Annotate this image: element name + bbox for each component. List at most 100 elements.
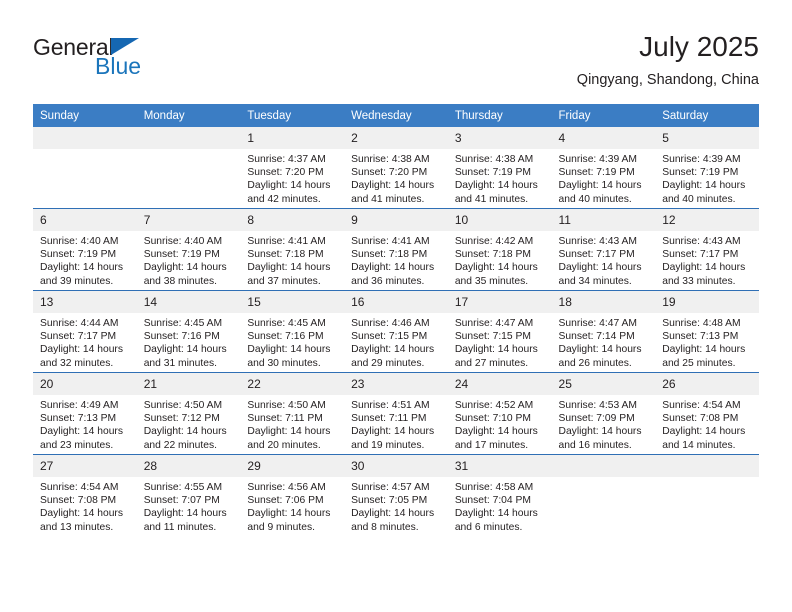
weekday-header-thursday: Thursday bbox=[447, 104, 552, 127]
sunset-text: Sunset: 7:05 PM bbox=[351, 495, 428, 507]
calendar-day-cell[interactable]: 14 Sunrise: 4:45 AM Sunset: 7:16 PM Dayligh… bbox=[136, 290, 241, 373]
calendar-day-cell[interactable]: 27 Sunrise: 4:54 AM Sunset: 7:08 PM Dayligh… bbox=[33, 454, 137, 536]
sunset-text: Sunset: 7:12 PM bbox=[143, 413, 220, 425]
sunset-text: Sunset: 7:11 PM bbox=[351, 413, 427, 425]
daylight-text-line2: and 30 minutes. bbox=[247, 357, 321, 369]
calendar-day-cell[interactable]: 26 Sunrise: 4:54 AM Sunset: 7:08 PM Dayligh… bbox=[655, 372, 759, 455]
day-details: Sunrise: 4:48 AM Sunset: 7:13 PM Daylight:… bbox=[655, 313, 759, 370]
day-number bbox=[136, 127, 241, 149]
day-number: 20 bbox=[33, 373, 137, 395]
sunrise-text: Sunrise: 4:45 AM bbox=[247, 318, 326, 329]
day-number: 30 bbox=[344, 455, 448, 477]
calendar-day-cell[interactable]: 25 Sunrise: 4:53 AM Sunset: 7:09 PM Dayligh… bbox=[551, 372, 656, 455]
daylight-text-line1: Daylight: 14 hours bbox=[351, 180, 435, 192]
sunrise-text: Sunrise: 4:54 AM bbox=[662, 400, 741, 411]
daylight-text-line2: and 31 minutes. bbox=[143, 357, 217, 369]
sunset-text: Sunset: 7:06 PM bbox=[247, 495, 324, 507]
calendar-day-cell[interactable]: 10 Sunrise: 4:42 AM Sunset: 7:18 PM Dayligh… bbox=[447, 208, 552, 291]
weekday-header-wednesday: Wednesday bbox=[344, 104, 448, 127]
daylight-text-line1: Daylight: 14 hours bbox=[662, 262, 746, 274]
calendar-day-cell[interactable]: 1 Sunrise: 4:37 AM Sunset: 7:20 PM Daylight… bbox=[240, 127, 345, 209]
day-number: 1 bbox=[240, 127, 345, 149]
page-title: July 2025 bbox=[639, 31, 759, 62]
daylight-text-line1: Daylight: 14 hours bbox=[143, 262, 227, 274]
calendar-day-cell[interactable]: 19 Sunrise: 4:48 AM Sunset: 7:13 PM Dayligh… bbox=[655, 290, 759, 373]
sunrise-text: Sunrise: 4:49 AM bbox=[40, 400, 119, 411]
sunrise-text: Sunrise: 4:41 AM bbox=[351, 236, 430, 247]
day-number: 5 bbox=[655, 127, 759, 149]
calendar-day-cell[interactable]: 12 Sunrise: 4:43 AM Sunset: 7:17 PM Dayligh… bbox=[655, 208, 759, 291]
daylight-text-line1: Daylight: 14 hours bbox=[351, 344, 435, 356]
sunrise-text: Sunrise: 4:47 AM bbox=[558, 318, 637, 329]
daylight-text-line1: Daylight: 14 hours bbox=[454, 344, 538, 356]
day-number: 26 bbox=[655, 373, 759, 395]
sunrise-text: Sunrise: 4:46 AM bbox=[351, 318, 430, 329]
calendar-day-cell[interactable]: 7 Sunrise: 4:40 AM Sunset: 7:19 PM Daylight… bbox=[136, 208, 241, 291]
day-number: 12 bbox=[655, 209, 759, 231]
calendar-day-cell[interactable]: 20 Sunrise: 4:49 AM Sunset: 7:13 PM Dayligh… bbox=[33, 372, 137, 455]
daylight-text-line2: and 40 minutes. bbox=[662, 193, 736, 205]
calendar-day-cell[interactable]: 13 Sunrise: 4:44 AM Sunset: 7:17 PM Dayligh… bbox=[33, 290, 137, 373]
calendar-day-cell[interactable]: 8 Sunrise: 4:41 AM Sunset: 7:18 PM Daylight… bbox=[240, 208, 345, 291]
daylight-text-line1: Daylight: 14 hours bbox=[454, 426, 538, 438]
daylight-text-line2: and 26 minutes. bbox=[558, 357, 632, 369]
day-number: 22 bbox=[240, 373, 345, 395]
daylight-text-line1: Daylight: 14 hours bbox=[143, 344, 227, 356]
daylight-text-line2: and 16 minutes. bbox=[558, 439, 632, 451]
calendar-day-cell[interactable]: 3 Sunrise: 4:38 AM Sunset: 7:19 PM Daylight… bbox=[447, 127, 552, 209]
daylight-text-line1: Daylight: 14 hours bbox=[662, 180, 746, 192]
calendar-day-cell[interactable]: 24 Sunrise: 4:52 AM Sunset: 7:10 PM Dayligh… bbox=[447, 372, 552, 455]
day-details: Sunrise: 4:43 AM Sunset: 7:17 PM Daylight:… bbox=[552, 231, 656, 288]
daylight-text-line1: Daylight: 14 hours bbox=[351, 508, 435, 520]
sunset-text: Sunset: 7:11 PM bbox=[247, 413, 323, 425]
daylight-text-line1: Daylight: 14 hours bbox=[247, 262, 331, 274]
daylight-text-line2: and 13 minutes. bbox=[40, 521, 114, 533]
day-number: 9 bbox=[344, 209, 448, 231]
calendar-day-cell[interactable]: 2 Sunrise: 4:38 AM Sunset: 7:20 PM Daylight… bbox=[344, 127, 448, 209]
daylight-text-line2: and 41 minutes. bbox=[351, 193, 425, 205]
sunrise-text: Sunrise: 4:43 AM bbox=[662, 236, 741, 247]
calendar-day-cell[interactable]: 17 Sunrise: 4:47 AM Sunset: 7:15 PM Dayligh… bbox=[447, 290, 552, 373]
calendar-day-cell[interactable]: 18 Sunrise: 4:47 AM Sunset: 7:14 PM Dayligh… bbox=[551, 290, 656, 373]
day-details: Sunrise: 4:42 AM Sunset: 7:18 PM Daylight:… bbox=[448, 231, 552, 288]
daylight-text-line2: and 38 minutes. bbox=[143, 275, 217, 287]
daylight-text-line2: and 32 minutes. bbox=[40, 357, 114, 369]
sunrise-text: Sunrise: 4:43 AM bbox=[558, 236, 637, 247]
day-number: 25 bbox=[551, 373, 656, 395]
sunrise-text: Sunrise: 4:38 AM bbox=[351, 154, 430, 165]
daylight-text-line1: Daylight: 14 hours bbox=[40, 262, 123, 274]
daylight-text-line1: Daylight: 14 hours bbox=[454, 262, 538, 274]
calendar-day-cell-empty bbox=[136, 127, 241, 209]
weekday-header-saturday: Saturday bbox=[655, 104, 759, 127]
calendar-day-cell[interactable]: 31 Sunrise: 4:58 AM Sunset: 7:04 PM Dayligh… bbox=[447, 454, 552, 536]
sunrise-text: Sunrise: 4:55 AM bbox=[143, 482, 223, 493]
daylight-text-line1: Daylight: 14 hours bbox=[40, 344, 123, 356]
sunset-text: Sunset: 7:15 PM bbox=[351, 331, 428, 343]
calendar-day-cell[interactable]: 4 Sunrise: 4:39 AM Sunset: 7:19 PM Daylight… bbox=[551, 127, 656, 209]
calendar-day-cell[interactable]: 22 Sunrise: 4:50 AM Sunset: 7:11 PM Dayligh… bbox=[240, 372, 345, 455]
daylight-text-line2: and 25 minutes. bbox=[662, 357, 736, 369]
calendar-day-cell[interactable]: 9 Sunrise: 4:41 AM Sunset: 7:18 PM Daylight… bbox=[344, 208, 448, 291]
calendar-day-cell[interactable]: 11 Sunrise: 4:43 AM Sunset: 7:17 PM Dayligh… bbox=[551, 208, 656, 291]
calendar-day-cell[interactable]: 28 Sunrise: 4:55 AM Sunset: 7:07 PM Dayligh… bbox=[136, 454, 241, 536]
calendar-header-row: Sunday Monday Tuesday Wednesday Thursday… bbox=[33, 104, 759, 127]
daylight-text-line2: and 11 minutes. bbox=[143, 521, 217, 533]
day-number: 15 bbox=[240, 291, 345, 313]
calendar-week-row: 1 Sunrise: 4:37 AM Sunset: 7:20 PM Daylight… bbox=[33, 127, 759, 209]
day-number: 23 bbox=[344, 373, 448, 395]
calendar-day-cell[interactable]: 23 Sunrise: 4:51 AM Sunset: 7:11 PM Dayligh… bbox=[344, 372, 448, 455]
calendar-day-cell[interactable]: 29 Sunrise: 4:56 AM Sunset: 7:06 PM Dayligh… bbox=[240, 454, 345, 536]
calendar-day-cell[interactable]: 6 Sunrise: 4:40 AM Sunset: 7:19 PM Daylight… bbox=[33, 208, 137, 291]
day-number: 8 bbox=[240, 209, 345, 231]
calendar-day-cell[interactable]: 5 Sunrise: 4:39 AM Sunset: 7:19 PM Daylight… bbox=[655, 127, 759, 209]
daylight-text-line1: Daylight: 14 hours bbox=[247, 508, 331, 520]
sunrise-text: Sunrise: 4:38 AM bbox=[454, 154, 534, 165]
calendar-day-cell[interactable]: 30 Sunrise: 4:57 AM Sunset: 7:05 PM Dayligh… bbox=[344, 454, 448, 536]
calendar-day-cell[interactable]: 15 Sunrise: 4:45 AM Sunset: 7:16 PM Dayligh… bbox=[240, 290, 345, 373]
calendar-day-cell[interactable]: 21 Sunrise: 4:50 AM Sunset: 7:12 PM Dayligh… bbox=[136, 372, 241, 455]
sunrise-text: Sunrise: 4:52 AM bbox=[454, 400, 534, 411]
calendar-day-cell[interactable]: 16 Sunrise: 4:46 AM Sunset: 7:15 PM Dayligh… bbox=[344, 290, 448, 373]
day-details: Sunrise: 4:44 AM Sunset: 7:17 PM Daylight:… bbox=[33, 313, 137, 370]
sunset-text: Sunset: 7:10 PM bbox=[454, 413, 531, 425]
page-header: General Blue July 2025 Qingyang, Shandon… bbox=[33, 30, 759, 102]
